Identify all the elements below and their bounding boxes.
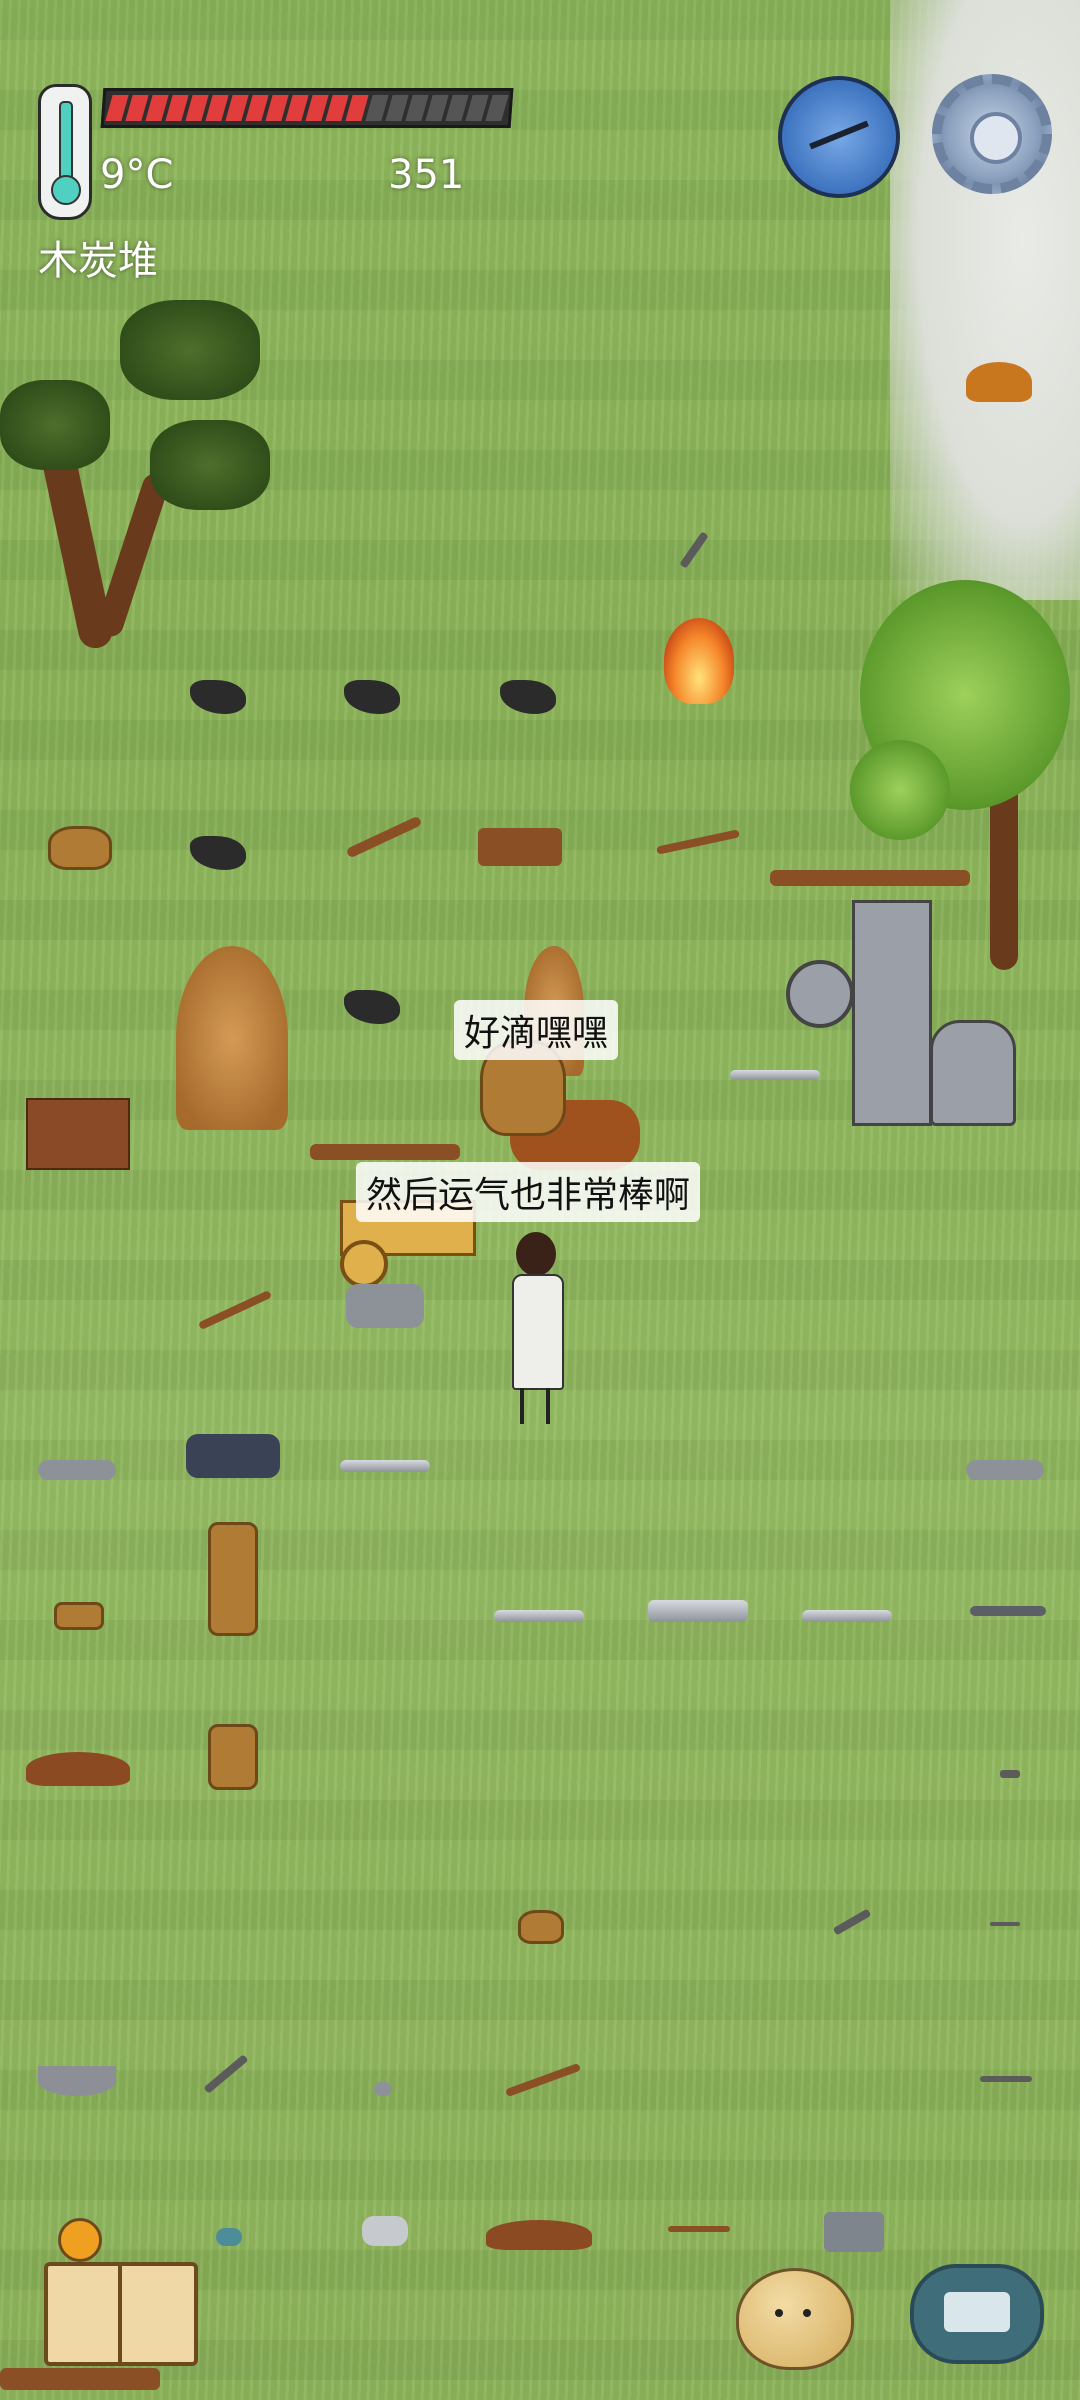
log[interactable] [0, 2368, 160, 2390]
bow-drill[interactable] [345, 815, 423, 859]
campfire[interactable] [664, 618, 734, 704]
steel-rod[interactable] [340, 1460, 430, 1472]
yum-counter: 351 [388, 152, 465, 198]
settings-gear-icon[interactable] [932, 74, 1052, 194]
crossed-sticks[interactable] [504, 2062, 582, 2098]
stick[interactable] [668, 2226, 730, 2232]
bow[interactable] [656, 829, 740, 855]
charcoal-pile[interactable] [190, 680, 246, 714]
steel-rod-pair[interactable] [648, 1600, 748, 1622]
flint-chip[interactable] [966, 1460, 1044, 1480]
steel-blade[interactable] [980, 2076, 1032, 2082]
brick-pile[interactable] [26, 1098, 130, 1170]
thermometer-icon [38, 84, 92, 220]
firewood-stack[interactable] [478, 828, 562, 866]
reed-basket[interactable] [48, 826, 112, 870]
food-meter [100, 88, 514, 128]
speech-bubble-rider: 好滴嘿嘿 [454, 1000, 619, 1060]
food-pip [485, 95, 509, 121]
steel-file[interactable] [970, 1606, 1046, 1616]
crossed-sticks[interactable] [197, 1289, 273, 1331]
recipe-book-icon[interactable] [44, 2262, 198, 2366]
charcoal-pile[interactable] [344, 680, 400, 714]
charcoal-pile[interactable] [344, 990, 400, 1024]
temperature-readout: 9°C [100, 152, 174, 198]
shovel-head[interactable] [832, 1908, 872, 1936]
player-character[interactable] [506, 1232, 566, 1432]
horse-cart[interactable] [310, 1040, 650, 1288]
dirt-pile[interactable] [486, 2220, 592, 2250]
newcomen-engine[interactable] [730, 840, 1030, 1130]
tech-coin-icon[interactable] [58, 2218, 102, 2262]
dirt-pile[interactable] [26, 1752, 130, 1786]
clay-bowl-stack[interactable] [208, 1522, 258, 1636]
smithing-hammer[interactable] [679, 531, 709, 569]
steel-bowl[interactable] [38, 2066, 116, 2096]
charcoal-pile[interactable] [500, 680, 556, 714]
steel-chisel[interactable] [990, 1922, 1020, 1926]
clay-lump[interactable] [966, 362, 1032, 402]
charcoal-kiln[interactable] [176, 946, 288, 1130]
speech-bubble-player: 然后运气也非常棒啊 [356, 1162, 701, 1222]
steel-rod[interactable] [494, 1610, 584, 1622]
limestone[interactable] [362, 2216, 408, 2246]
emote-face-icon[interactable] [736, 2268, 854, 2370]
smithing-hammer[interactable] [203, 2054, 249, 2094]
steel-rod[interactable] [802, 1610, 892, 1622]
keyboard-icon[interactable] [910, 2264, 1044, 2364]
pine-tree[interactable] [0, 300, 280, 660]
steel-pipe[interactable] [824, 2212, 884, 2252]
round-stone[interactable] [374, 2082, 392, 2096]
blue-stone[interactable] [216, 2228, 242, 2246]
small-basket[interactable] [518, 1910, 564, 1944]
bent-nail[interactable] [1000, 1770, 1020, 1778]
clay-bowl-stack[interactable] [208, 1724, 258, 1790]
flat-stones[interactable] [346, 1284, 424, 1328]
stone-pile[interactable] [186, 1434, 280, 1478]
compass-icon[interactable] [778, 76, 900, 198]
clay-plate[interactable] [54, 1602, 104, 1630]
hovered-object-label: 木炭堆 [38, 238, 158, 284]
flint-chip[interactable] [38, 1460, 116, 1480]
charcoal-pile[interactable] [190, 836, 246, 870]
